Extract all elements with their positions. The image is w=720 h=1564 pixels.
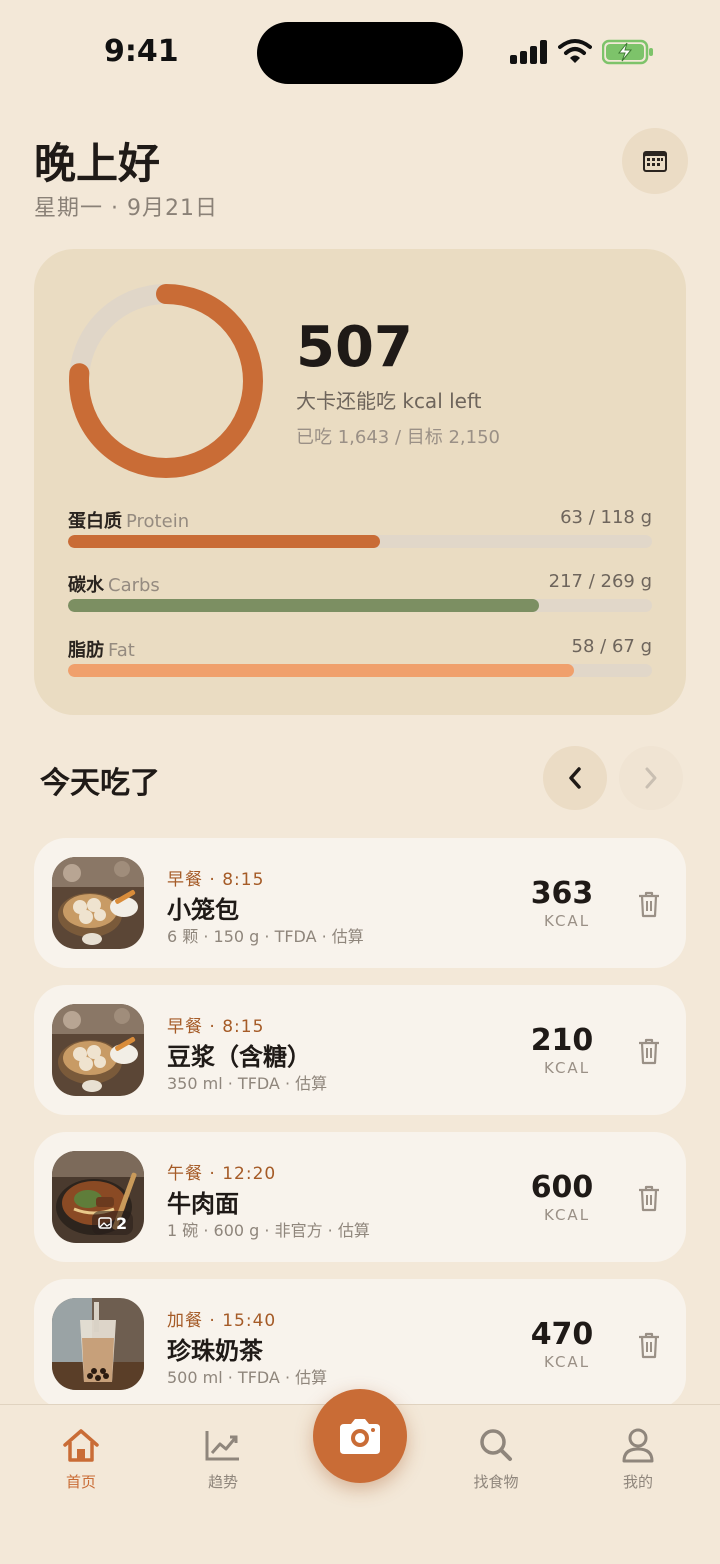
camera-icon	[340, 1419, 380, 1454]
food-detail: 6 颗 · 150 g · TFDA · 估算	[167, 927, 364, 946]
food-meal-time: 午餐 · 12:20	[167, 1164, 277, 1184]
food-meal-time: 加餐 · 15:40	[167, 1311, 277, 1331]
dynamic-island	[257, 22, 463, 84]
food-kcal-unit: KCAL	[543, 1059, 591, 1077]
calorie-summary-card: 507 大卡还能吃 kcal left 已吃 1,643 / 目标 2,150 …	[34, 249, 686, 715]
home-icon	[63, 1429, 99, 1462]
food-detail: 350 ml · TFDA · 估算	[167, 1074, 328, 1093]
food-entry-card[interactable]: 早餐 · 8:15 豆浆（含糖） 350 ml · TFDA · 估算 210 …	[34, 985, 686, 1115]
food-name: 豆浆（含糖）	[167, 1043, 311, 1071]
food-entry-card[interactable]: 早餐 · 8:15 小笼包 6 颗 · 150 g · TFDA · 估算 36…	[34, 838, 686, 968]
macro-progress-fill	[68, 535, 380, 548]
kcal-left-label: 大卡还能吃 kcal left	[296, 389, 482, 413]
food-kcal-unit: KCAL	[543, 912, 591, 930]
delete-trash-icon[interactable]	[637, 1184, 661, 1212]
food-meal-time: 早餐 · 8:15	[167, 1017, 265, 1037]
macro-value: 217 / 269 g	[548, 571, 652, 592]
macro-name-en: Carbs	[108, 575, 160, 596]
macro-value: 63 / 118 g	[560, 507, 652, 528]
food-name: 珍珠奶茶	[167, 1337, 263, 1365]
tab-profile[interactable]: 我的	[593, 1427, 683, 1492]
food-photo-milk-tea	[52, 1298, 144, 1390]
macro-name: 脂肪	[68, 640, 104, 661]
profile-icon	[622, 1428, 654, 1463]
food-kcal-unit: KCAL	[543, 1353, 591, 1371]
food-kcal-value: 363	[530, 876, 594, 911]
photo-count-badge: 2	[92, 1211, 134, 1235]
battery-charging-icon	[602, 39, 653, 65]
tab-label: 找食物	[473, 1473, 519, 1491]
food-kcal-value: 470	[530, 1317, 594, 1352]
food-kcal-value: 600	[530, 1170, 594, 1205]
tab-find-food[interactable]: 找食物	[451, 1427, 541, 1492]
food-photo-dumplings	[52, 1004, 144, 1096]
calendar-button[interactable]	[622, 128, 688, 194]
macro-progress-track	[68, 599, 652, 612]
macro-fat: 脂肪 Fat 58 / 67 g	[68, 636, 652, 677]
search-icon	[480, 1429, 512, 1461]
previous-day-button[interactable]	[543, 746, 607, 810]
delete-trash-icon[interactable]	[637, 890, 661, 918]
photo-count: 2	[116, 1213, 128, 1233]
food-entry-card[interactable]: 2 午餐 · 12:20 牛肉面 1 碗 · 600 g · 非官方 · 估算 …	[34, 1132, 686, 1262]
trend-chart-icon	[205, 1431, 239, 1461]
kcal-consumed-text: 已吃 1,643 / 目标 2,150	[296, 427, 501, 448]
food-meal-time: 早餐 · 8:15	[167, 870, 265, 890]
tab-label: 首页	[65, 1473, 96, 1491]
macro-progress-fill	[68, 664, 574, 677]
status-bar: 9:41	[0, 0, 720, 100]
section-title: 今天吃了	[40, 766, 160, 801]
status-time: 9:41	[104, 34, 179, 69]
food-photo-dumplings	[52, 857, 144, 949]
macro-protein: 蛋白质 Protein 63 / 118 g	[68, 507, 652, 548]
greeting-title: 晚上好	[34, 139, 161, 188]
delete-trash-icon[interactable]	[637, 1037, 661, 1065]
kcal-left-value: 507	[296, 315, 413, 380]
camera-capture-button[interactable]	[313, 1389, 407, 1483]
tab-trends[interactable]: 趋势	[178, 1427, 268, 1492]
chevron-right-icon	[645, 767, 657, 789]
food-name: 牛肉面	[167, 1190, 239, 1218]
tab-home[interactable]: 首页	[36, 1427, 126, 1492]
macro-carbs: 碳水 Carbs 217 / 269 g	[68, 571, 652, 612]
next-day-button[interactable]	[619, 746, 683, 810]
tab-label: 我的	[622, 1473, 653, 1491]
macro-name-en: Fat	[108, 640, 135, 661]
cellular-signal-icon	[510, 40, 548, 64]
food-name: 小笼包	[167, 896, 239, 924]
food-detail: 500 ml · TFDA · 估算	[167, 1368, 328, 1387]
date-subtitle: 星期一 · 9月21日	[34, 196, 218, 221]
tab-label: 趋势	[207, 1473, 238, 1491]
food-kcal-unit: KCAL	[543, 1206, 591, 1224]
chevron-left-icon	[569, 767, 581, 789]
food-detail: 1 碗 · 600 g · 非官方 · 估算	[167, 1221, 370, 1240]
macro-value: 58 / 67 g	[571, 636, 652, 657]
image-icon	[98, 1217, 112, 1229]
macro-progress-fill	[68, 599, 540, 612]
macro-name: 碳水	[68, 575, 104, 596]
wifi-icon	[558, 39, 592, 63]
macro-name-en: Protein	[126, 511, 190, 532]
macro-name: 蛋白质	[68, 511, 122, 532]
food-kcal-value: 210	[530, 1023, 594, 1058]
calorie-progress-ring	[69, 284, 263, 478]
food-photo-beef-noodle: 2	[52, 1151, 144, 1243]
delete-trash-icon[interactable]	[637, 1331, 661, 1359]
macro-progress-track	[68, 535, 652, 548]
macro-progress-track	[68, 664, 652, 677]
calendar-icon	[643, 151, 667, 172]
